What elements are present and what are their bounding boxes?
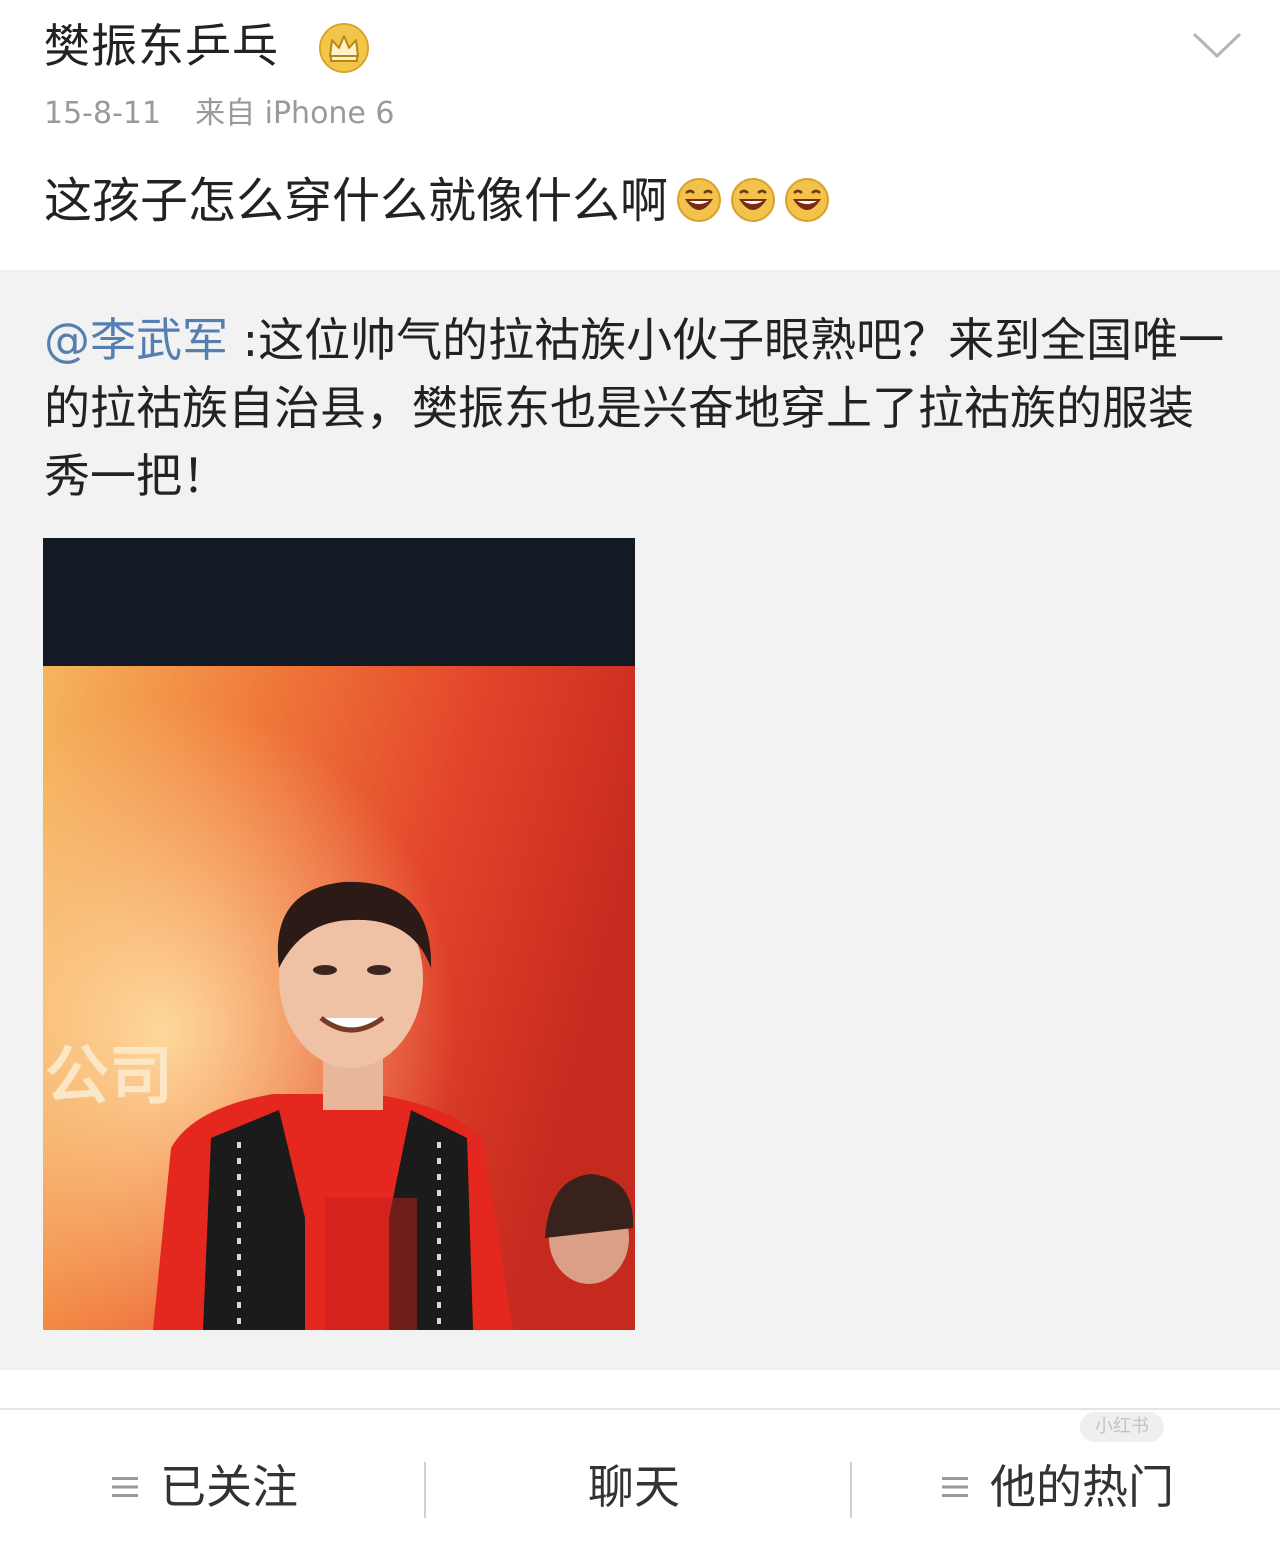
chat-button[interactable]: 聊天: [588, 1452, 680, 1522]
follow-label: 已关注: [160, 1460, 298, 1514]
chevron-down-icon[interactable]: [1190, 28, 1244, 62]
laugh-emoji-icon: [785, 178, 830, 222]
hot-posts-label: 他的热门: [990, 1460, 1174, 1514]
laugh-emoji-icon: [731, 178, 776, 222]
post-source: 来自 iPhone 6: [195, 96, 395, 131]
menu-icon: [112, 1477, 138, 1497]
toolbar-divider: [424, 1462, 426, 1518]
post-text: 这孩子怎么穿什么就像什么啊: [44, 166, 830, 236]
post-meta: 15-8-11 来自 iPhone 6: [44, 92, 395, 136]
post-header: 樊振东乒乓 15-8-11 来自 iPhone 6 这孩子怎么穿什么就像什么啊: [0, 0, 1280, 270]
repost-card[interactable]: @李武军 :这位帅气的拉祜族小伙子眼熟吧？来到全国唯一的拉祜族自治县，樊振东也是…: [0, 270, 1280, 1370]
chat-label: 聊天: [588, 1460, 680, 1514]
photo-caption: 公司: [45, 1040, 173, 1114]
post-text-content: 这孩子怎么穿什么就像什么啊: [44, 173, 669, 229]
repost-photo[interactable]: 公司: [43, 538, 635, 1330]
watermark: 小红书: [1080, 1412, 1164, 1442]
mention-link[interactable]: @李武军: [44, 313, 228, 367]
post-time: 15-8-11: [44, 96, 162, 131]
emoji-group: [668, 173, 830, 229]
hot-posts-button[interactable]: 他的热门: [942, 1452, 1174, 1522]
username[interactable]: 樊振东乒乓: [44, 14, 279, 78]
toolbar-divider: [850, 1462, 852, 1518]
follow-button[interactable]: 已关注: [112, 1452, 298, 1522]
menu-icon: [942, 1477, 968, 1497]
laugh-emoji-icon: [677, 178, 722, 222]
repost-text: @李武军 :这位帅气的拉祜族小伙子眼熟吧？来到全国唯一的拉祜族自治县，樊振东也是…: [44, 306, 1234, 510]
vip-crown-icon: [319, 23, 369, 73]
